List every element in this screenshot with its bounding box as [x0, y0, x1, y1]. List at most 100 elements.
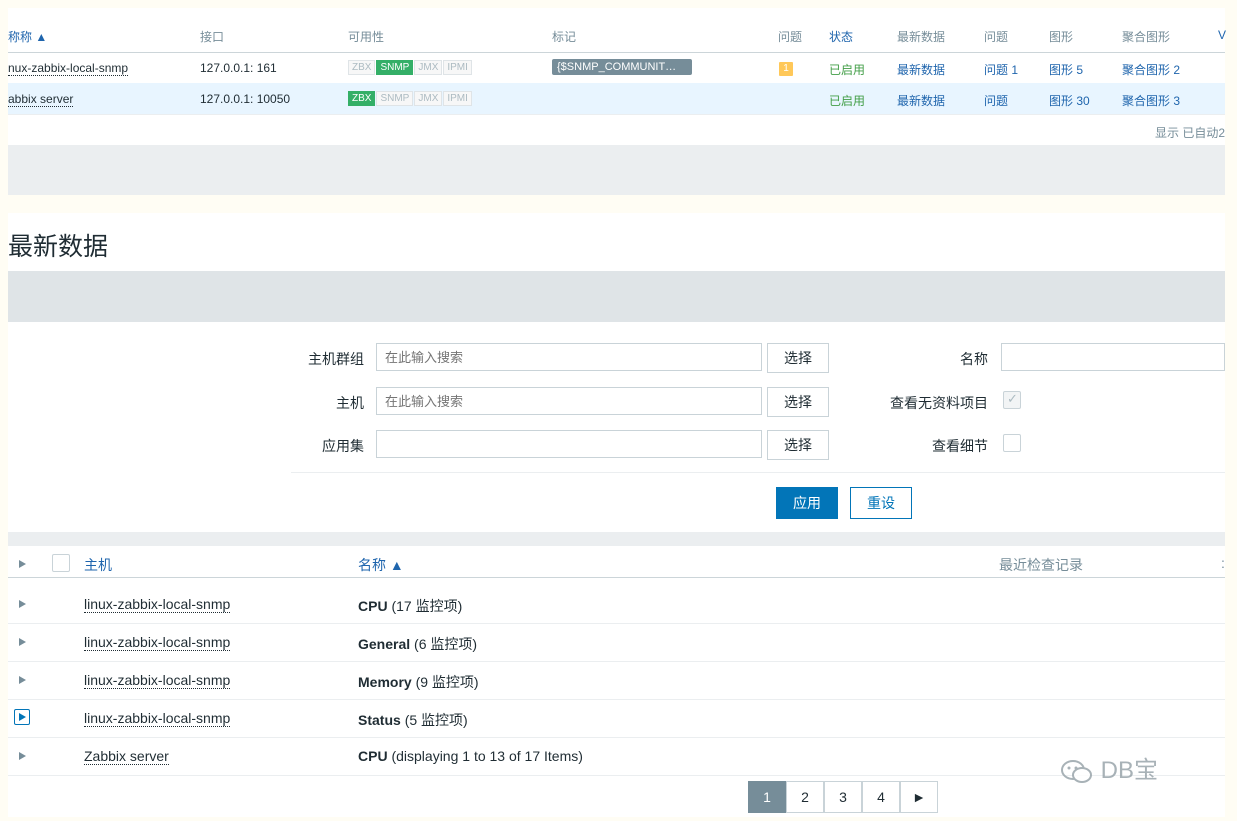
divider-band: [8, 145, 1225, 195]
wechat-icon: [1061, 759, 1092, 783]
application-name: CPU (displaying 1 to 13 of 17 Items): [358, 748, 583, 764]
select-all-checkbox[interactable]: [52, 554, 70, 572]
availability-badges: ZBX SNMP JMX IPMI: [348, 90, 473, 106]
host-input[interactable]: [376, 387, 762, 415]
show-details-checkbox[interactable]: [1003, 434, 1021, 452]
snmp-badge: SNMP: [376, 91, 414, 106]
application-title: CPU: [358, 598, 388, 614]
application-label: 应用集: [322, 438, 364, 454]
table-row[interactable]: Zabbix server CPU (displaying 1 to 13 of…: [8, 737, 1225, 776]
host-link[interactable]: linux-zabbix-local-snmp: [84, 596, 231, 613]
col-name[interactable]: 称称 ▲: [8, 28, 47, 45]
expand-icon[interactable]: [19, 676, 26, 684]
page-2-button[interactable]: 2: [786, 781, 824, 813]
ipmi-badge: IPMI: [443, 91, 472, 106]
watermark-text: DB宝: [1100, 757, 1159, 784]
application-detail: (6 监控项): [414, 636, 478, 652]
table-row[interactable]: linux-zabbix-local-snmp General (6 监控项): [8, 623, 1225, 662]
col-availability: 可用性: [348, 30, 385, 44]
show-no-data-label: 查看无资料项目: [890, 395, 988, 411]
availability-badges: ZBX SNMP JMX IPMI: [348, 59, 473, 75]
problem-count-badge[interactable]: 1: [779, 60, 793, 76]
page-title: 最新数据: [8, 233, 109, 261]
host-link[interactable]: linux-zabbix-local-snmp: [84, 710, 231, 727]
application-name: General (6 监控项): [358, 634, 477, 654]
application-detail: (displaying 1 to 13 of 17 Items): [391, 748, 583, 764]
name-input[interactable]: [1001, 343, 1225, 371]
reset-button[interactable]: 重设: [850, 487, 912, 519]
zbx-badge: ZBX: [348, 91, 376, 106]
table-row[interactable]: linux-zabbix-local-snmp Memory (9 监控项): [8, 661, 1225, 700]
col-last-check: 最近检查记录: [999, 557, 1083, 573]
application-name: CPU (17 监控项): [358, 596, 462, 616]
expand-icon[interactable]: [19, 600, 26, 608]
application-detail: (17 监控项): [391, 598, 463, 614]
zbx-badge: ZBX: [348, 60, 376, 75]
graphs-link[interactable]: 图形 30: [1049, 92, 1090, 109]
col-host[interactable]: 主机: [84, 555, 112, 575]
page-1-button[interactable]: 1: [748, 781, 786, 813]
next-page-button[interactable]: ►: [900, 781, 938, 813]
host-label: 主机: [336, 395, 364, 411]
screens-link[interactable]: 聚合图形 2: [1122, 61, 1180, 78]
application-title: CPU: [358, 748, 388, 764]
expand-icon[interactable]: [19, 752, 26, 760]
host-link[interactable]: Zabbix server: [84, 748, 169, 765]
watermark: DB宝: [1060, 750, 1158, 786]
col-graphs: 图形: [1049, 30, 1074, 44]
col-problems: 问题: [778, 30, 803, 44]
screens-link[interactable]: 聚合图形 3: [1122, 92, 1180, 109]
jmx-badge: JMX: [414, 91, 443, 106]
host-name-link[interactable]: abbix server: [8, 92, 74, 107]
hosts-table: 称称 ▲ 接口 可用性 标记 问题 状态 最新数据 问题 图形 聚合图形 V n…: [8, 8, 1227, 195]
table-row[interactable]: linux-zabbix-local-snmp CPU (17 监控项): [8, 585, 1225, 624]
host-name-link[interactable]: nux-zabbix-local-snmp: [8, 61, 129, 76]
expand-arrow-icon: [19, 713, 26, 721]
table-footer: 显示 已自动2: [1154, 126, 1225, 140]
page-4-button[interactable]: 4: [862, 781, 900, 813]
application-title: Memory: [358, 674, 412, 690]
snmp-badge: SNMP: [376, 60, 414, 75]
col-tags: 标记: [552, 30, 577, 44]
host-group-input[interactable]: [376, 343, 762, 371]
application-input[interactable]: [376, 430, 762, 458]
table-row[interactable]: linux-zabbix-local-snmp Status (5 监控项): [8, 699, 1225, 738]
application-name: Memory (9 监控项): [358, 672, 479, 692]
problems-link[interactable]: 问题: [984, 92, 1008, 109]
status-link[interactable]: 已启用: [829, 61, 865, 78]
latest-data-link[interactable]: 最新数据: [897, 61, 945, 78]
col-latest-data: 最新数据: [897, 30, 946, 44]
hosts-table-header: 称称 ▲ 接口 可用性 标记 问题 状态 最新数据 问题 图形 聚合图形 V: [8, 22, 1227, 53]
tag-box[interactable]: {$SNMP_COMMUNIT…: [552, 59, 692, 78]
show-no-data-checkbox[interactable]: [1003, 391, 1021, 409]
tag-label: {$SNMP_COMMUNIT…: [552, 59, 692, 75]
application-title: Status: [358, 712, 401, 728]
host-link[interactable]: linux-zabbix-local-snmp: [84, 672, 231, 689]
col-interface: 接口: [200, 30, 225, 44]
graphs-link[interactable]: 图形 5: [1049, 61, 1083, 78]
latest-data-link[interactable]: 最新数据: [897, 92, 945, 109]
interface-value: 127.0.0.1: 161: [200, 61, 277, 75]
problem-count: 1: [779, 62, 793, 76]
jmx-badge: JMX: [414, 60, 443, 75]
filter-divider: [291, 472, 1225, 473]
ipmi-badge: IPMI: [443, 60, 472, 75]
expand-icon[interactable]: [19, 638, 26, 646]
problems-link[interactable]: 问题 1: [984, 61, 1018, 78]
host-link[interactable]: linux-zabbix-local-snmp: [84, 634, 231, 651]
host-group-select-button[interactable]: 选择: [767, 343, 829, 373]
show-details-label: 查看细节: [932, 438, 988, 454]
col-status[interactable]: 状态: [829, 28, 853, 45]
apply-button[interactable]: 应用: [776, 487, 838, 519]
status-link[interactable]: 已启用: [829, 92, 865, 109]
expand-icon-focused[interactable]: [14, 709, 30, 725]
interface-value: 127.0.0.1: 10050: [200, 92, 291, 106]
expand-all-icon[interactable]: [19, 560, 26, 568]
col-more: V: [1218, 28, 1227, 42]
col-more: :: [1221, 555, 1225, 571]
latest-data-section: 最新数据 主机群组 选择 主机 选择 应用集 选择 名称 查看无资料项目 查看细…: [8, 213, 1225, 817]
col-problems2: 问题: [984, 30, 1009, 44]
page-3-button[interactable]: 3: [824, 781, 862, 813]
application-title: General: [358, 636, 411, 652]
col-name[interactable]: 名称 ▲: [358, 555, 404, 575]
